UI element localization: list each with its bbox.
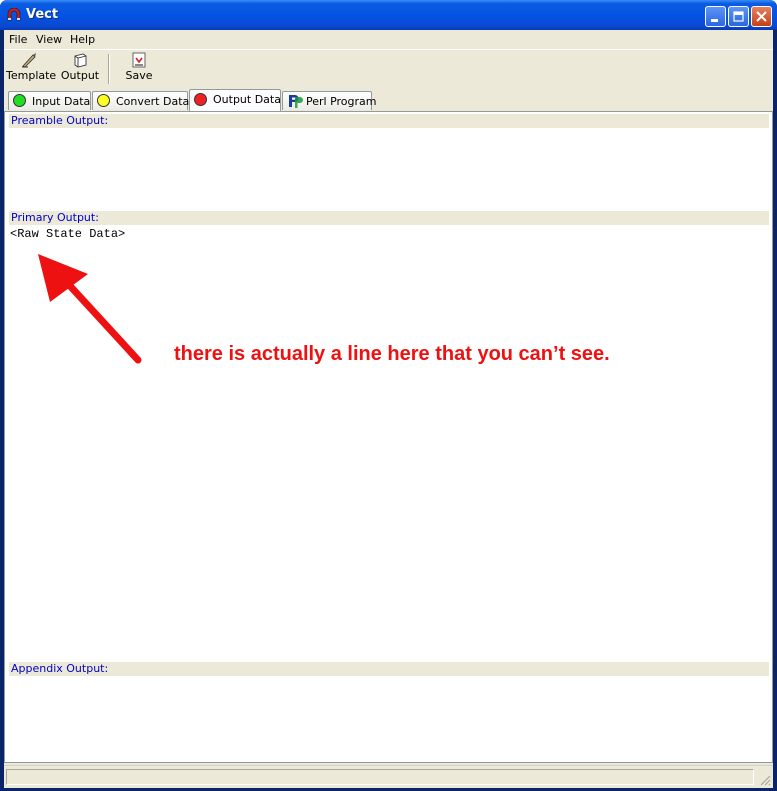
appendix-output-label: Appendix Output: <box>11 662 109 675</box>
maximize-icon <box>733 11 744 22</box>
template-button[interactable]: Template <box>6 52 57 86</box>
box-icon <box>74 53 87 68</box>
menu-help[interactable]: Help <box>70 33 95 46</box>
status-bar <box>4 765 773 788</box>
status-pane <box>6 769 754 785</box>
tab-strip: Input Data Convert Data Output Data Perl… <box>4 89 773 111</box>
save-icon <box>132 52 146 68</box>
appendix-output-area[interactable] <box>9 676 770 762</box>
save-label: Save <box>125 69 153 82</box>
window-title: Vect <box>26 7 59 22</box>
application-window: Vect File View Help Template Output Save… <box>0 0 777 791</box>
menu-bar: File View Help <box>4 30 773 49</box>
quill-pen-icon <box>22 53 36 68</box>
tab-convert-data-label: Convert Data <box>116 95 190 108</box>
preamble-output-label: Preamble Output: <box>11 114 109 127</box>
menu-view[interactable]: View <box>36 33 62 46</box>
save-button[interactable]: Save <box>122 52 156 86</box>
preamble-output-header: Preamble Output: <box>9 114 769 128</box>
template-label: Template <box>6 69 57 82</box>
green-circle-icon <box>13 94 26 107</box>
toolbar: Template Output Save <box>4 49 773 88</box>
horseshoe-magnet-icon <box>7 8 21 21</box>
resize-grip-icon[interactable] <box>759 774 771 786</box>
preamble-output-area[interactable] <box>9 128 770 211</box>
yellow-circle-icon <box>97 94 110 107</box>
tab-convert-data[interactable]: Convert Data <box>92 91 190 110</box>
tab-perl-program-label: Perl Program <box>306 95 377 108</box>
close-icon <box>756 11 767 22</box>
output-button[interactable]: Output <box>59 52 101 86</box>
window-client: File View Help Template Output Save Inpu… <box>4 30 773 788</box>
maximize-button[interactable] <box>728 6 749 27</box>
close-button[interactable] <box>751 6 772 27</box>
output-label: Output <box>60 69 100 82</box>
tab-output-data[interactable]: Output Data <box>189 89 281 111</box>
toolbar-separator <box>108 54 110 84</box>
tab-input-data-label: Input Data <box>32 95 91 108</box>
tab-input-data[interactable]: Input Data <box>8 91 91 110</box>
red-arrow-icon <box>38 254 142 364</box>
output-data-panel: Preamble Output: Primary Output: <Raw St… <box>4 111 773 763</box>
red-circle-icon <box>194 93 207 106</box>
primary-output-header: Primary Output: <box>9 211 769 225</box>
menu-file[interactable]: File <box>9 33 27 46</box>
minimize-icon <box>711 19 718 22</box>
primary-output-label: Primary Output: <box>11 211 99 224</box>
title-bar[interactable]: Vect <box>0 0 777 30</box>
annotation-text: there is actually a line here that you c… <box>174 343 610 365</box>
tab-output-data-label: Output Data <box>213 93 281 106</box>
tab-perl-program[interactable]: Perl Program <box>282 91 377 110</box>
appendix-output-header: Appendix Output: <box>9 662 769 676</box>
minimize-button[interactable] <box>705 6 726 27</box>
perl-p-icon <box>289 95 303 108</box>
